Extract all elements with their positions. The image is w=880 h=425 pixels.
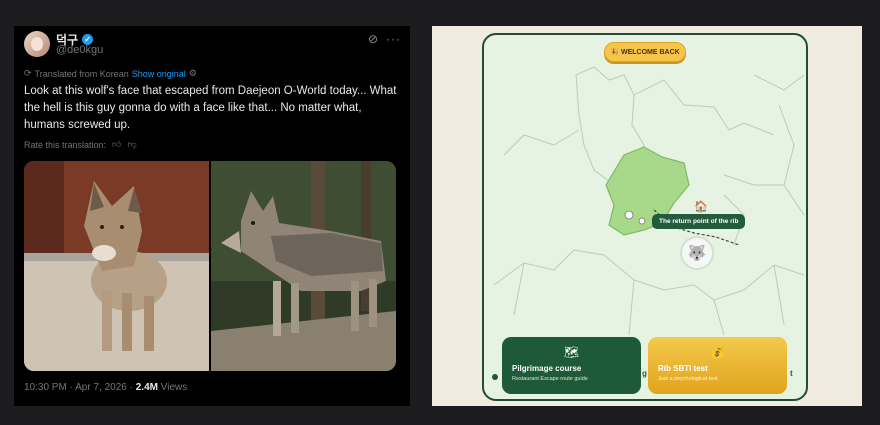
wolf-pup-photo[interactable] (24, 161, 209, 371)
wolf-marker-icon[interactable]: 🐺 (680, 236, 714, 270)
thumbs-down-icon[interactable]: 👎︎ (127, 139, 136, 150)
avatar[interactable] (24, 31, 50, 57)
handle[interactable]: @de0kgu (56, 44, 103, 56)
rib-sbti-test-card[interactable]: 💰 Rib SBTI test Just a psychological tes… (648, 337, 787, 394)
map-tooltip: The return point of the rib (652, 214, 746, 229)
rate-label: Rate this translation: (24, 139, 107, 150)
card-subtitle: Restaurant Escape route guide (512, 376, 588, 382)
card-title: Rib SBTI test (658, 364, 708, 373)
tweet-text: Look at this wolf's face that escaped fr… (24, 85, 397, 131)
map-icon: 🗺 (563, 345, 580, 359)
wolf-pup-image (24, 161, 209, 371)
translate-icon: ⟳ (24, 68, 32, 78)
card-peek-right: t (790, 369, 793, 378)
timestamp[interactable]: 10:30 PM · Apr 7, 2026 · (24, 382, 133, 393)
media-grid[interactable] (24, 161, 396, 371)
card-peek-left: g (642, 369, 647, 378)
adult-wolf-image (211, 161, 396, 371)
rate-translation: Rate this translation: 👍︎ 👎︎ (24, 139, 137, 150)
tweet-card: 덕구 ✓ @de0kgu ⊘ ··· ⟳ Translated from Kor… (14, 26, 410, 406)
translated-label: Translated from Korean (34, 68, 129, 79)
more-icon[interactable]: ··· (386, 32, 401, 46)
card-title: Pilgrimage course (512, 364, 582, 373)
views-count: 2.4M (135, 382, 158, 393)
welcome-back-badge[interactable]: 🎉 WELCOME BACK (604, 42, 686, 62)
carousel-dot-icon (492, 374, 498, 380)
tweet-meta: 10:30 PM · Apr 7, 2026 · 2.4M Views (24, 382, 187, 393)
map-app-screenshot: 🏠 ▲ 🎉 WELCOME BACK The return point of t… (432, 26, 862, 406)
show-original-link[interactable]: Show original (132, 69, 186, 79)
translation-notice: ⟳ Translated from Korean Show original ⚙ (24, 68, 197, 79)
grok-icon[interactable]: ⊘ (368, 32, 378, 46)
house-icon[interactable]: 🏠 (694, 200, 708, 213)
party-icon: 🎉 (610, 49, 619, 56)
thumbs-up-icon[interactable]: 👍︎ (112, 139, 121, 150)
settings-icon[interactable]: ⚙ (189, 68, 197, 79)
pilgrimage-course-card[interactable]: 🗺 Pilgrimage course Restaurant Escape ro… (502, 337, 641, 394)
views-label: Views (160, 382, 188, 393)
money-bag-icon: 💰 (710, 345, 725, 359)
adult-wolf-photo[interactable] (211, 161, 396, 371)
welcome-label: WELCOME BACK (621, 48, 680, 56)
card-subtitle: Just a psychological test (658, 376, 718, 382)
